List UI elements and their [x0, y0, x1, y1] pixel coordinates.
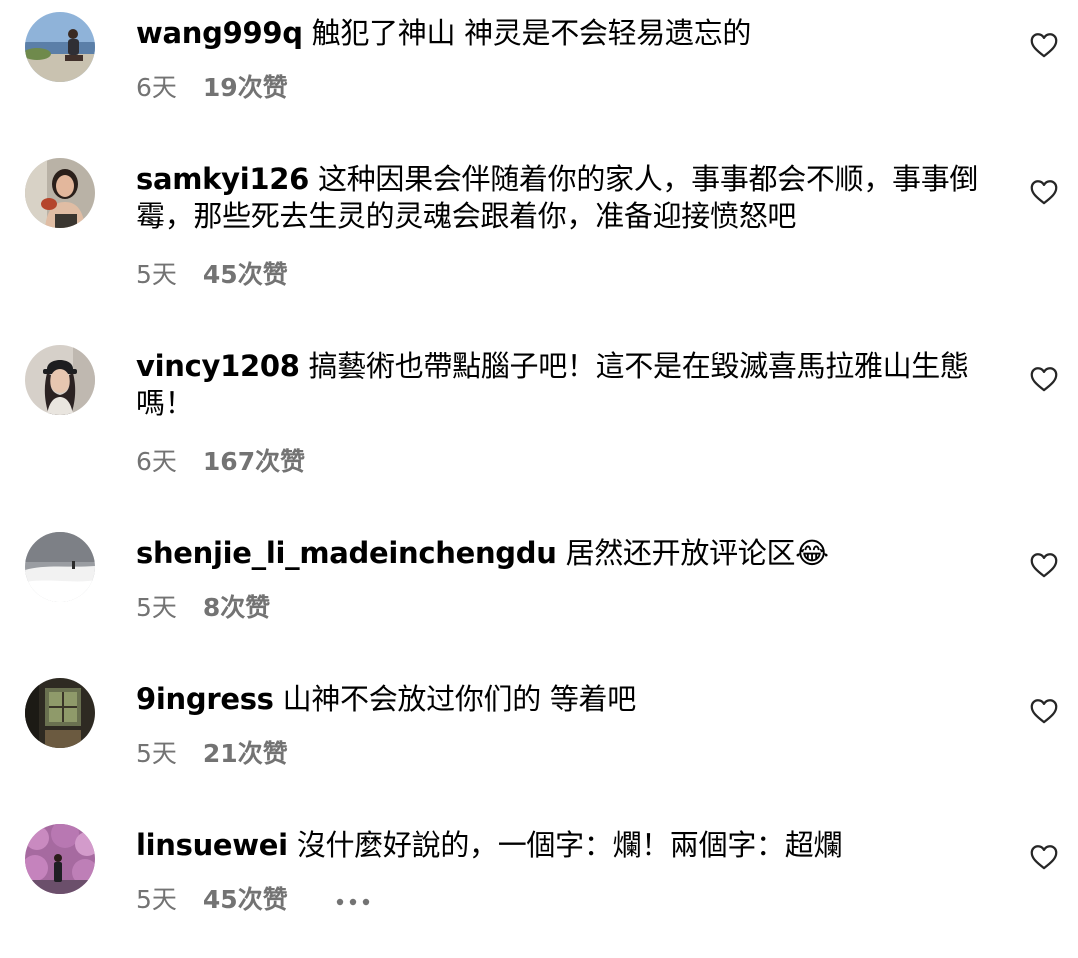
comment-text: 9ingress 山神不会放过你们的 等着吧 [136, 681, 986, 718]
comment-likes[interactable]: 45次赞 [203, 885, 288, 914]
comment-time: 5天 [136, 739, 177, 768]
avatar[interactable] [25, 12, 95, 82]
comment-likes[interactable]: 167次赞 [203, 447, 305, 476]
comment-meta: 5天 8次赞 [136, 593, 270, 623]
comment-time: 5天 [136, 260, 177, 289]
comment-meta: 5天 45次赞 [136, 885, 370, 916]
comment-body: 沒什麼好說的，一個字：爛！兩個字：超爛 [296, 828, 843, 862]
heart-icon[interactable] [1030, 552, 1058, 578]
comment-text: samkyi126 这种因果会伴随着你的家人，事事都会不顺，事事倒霉，那些死去生灵… [136, 161, 986, 235]
comment-likes[interactable]: 45次赞 [203, 260, 288, 289]
comment-username[interactable]: linsuewei [136, 828, 288, 862]
comment-body: 山神不会放过你们的 等着吧 [282, 682, 637, 716]
avatar[interactable] [25, 678, 95, 748]
avatar[interactable] [25, 345, 95, 415]
comment-body: 触犯了神山 神灵是不会轻易遗忘的 [311, 16, 752, 50]
comment-username[interactable]: wang999q [136, 16, 303, 50]
heart-icon[interactable] [1030, 179, 1058, 205]
comment-time: 6天 [136, 73, 177, 102]
comment-meta: 6天 19次赞 [136, 73, 288, 103]
comment-time: 5天 [136, 885, 177, 914]
comment-time: 6天 [136, 447, 177, 476]
comment-meta: 5天 45次赞 [136, 260, 288, 290]
avatar-photo-woman-bird-icon [25, 158, 95, 228]
heart-icon[interactable] [1030, 698, 1058, 724]
comment-username[interactable]: samkyi126 [136, 162, 309, 196]
comment-username[interactable]: shenjie_li_madeinchengdu [136, 536, 557, 570]
avatar-photo-snow-field-icon [25, 532, 95, 602]
comment-likes[interactable]: 8次赞 [203, 593, 270, 622]
avatar-photo-coast-icon [25, 12, 95, 82]
comment-body: 居然还开放评论区😂 [565, 536, 829, 570]
comment-likes[interactable]: 21次赞 [203, 739, 288, 768]
comment-text: wang999q 触犯了神山 神灵是不会轻易遗忘的 [136, 15, 986, 52]
avatar[interactable] [25, 158, 95, 228]
heart-icon[interactable] [1030, 844, 1058, 870]
comment-meta: 6天 167次赞 [136, 447, 305, 477]
comment-text: shenjie_li_madeinchengdu 居然还开放评论区😂 [136, 535, 986, 572]
heart-icon[interactable] [1030, 366, 1058, 392]
comment-text: vincy1208 搞藝術也帶點腦子吧！這不是在毀滅喜馬拉雅山生態嗎！ [136, 348, 986, 422]
avatar[interactable] [25, 532, 95, 602]
heart-icon[interactable] [1030, 32, 1058, 58]
more-options-icon[interactable] [336, 883, 370, 913]
comment-meta: 5天 21次赞 [136, 739, 288, 769]
avatar[interactable] [25, 824, 95, 894]
avatar-photo-window-icon [25, 678, 95, 748]
comment-time: 5天 [136, 593, 177, 622]
avatar-photo-pink-flowers-icon [25, 824, 95, 894]
avatar-photo-woman-cap-icon [25, 345, 95, 415]
comment-username[interactable]: vincy1208 [136, 349, 300, 383]
comment-likes[interactable]: 19次赞 [203, 73, 288, 102]
comment-text: linsuewei 沒什麼好說的，一個字：爛！兩個字：超爛 [136, 827, 986, 864]
comment-username[interactable]: 9ingress [136, 682, 274, 716]
